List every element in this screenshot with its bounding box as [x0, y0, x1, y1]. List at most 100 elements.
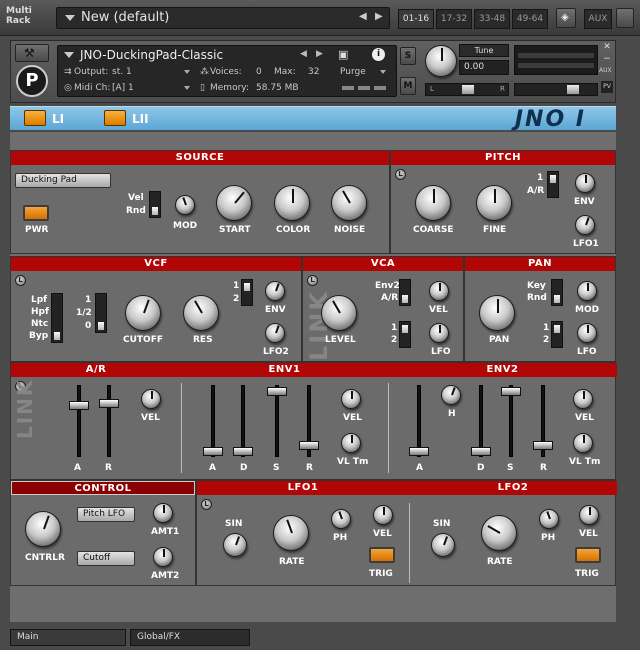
pitch-source-switch[interactable]: [547, 171, 559, 198]
filter-type-switch-thumb[interactable]: [53, 331, 61, 341]
pan-knob[interactable]: [479, 295, 515, 331]
volume-slider[interactable]: [514, 83, 598, 96]
lfo2-vel-knob[interactable]: [579, 505, 599, 525]
env2-hold-knob[interactable]: [441, 385, 461, 405]
vca-env-select-switch[interactable]: [399, 279, 411, 306]
env2-sustain-thumb[interactable]: [501, 387, 521, 396]
tab-main[interactable]: Main: [10, 629, 126, 646]
pitch-env-knob[interactable]: [575, 173, 595, 193]
env2-sustain-fader[interactable]: [501, 385, 521, 457]
lfo1-rate-knob[interactable]: [273, 515, 309, 551]
pan-lfo-select-switch[interactable]: [551, 321, 563, 348]
vcf-lfo2-knob[interactable]: [265, 323, 285, 343]
ar-release-fader[interactable]: [99, 385, 119, 457]
mute-button[interactable]: M: [400, 77, 416, 95]
env1-decay-fader[interactable]: [233, 385, 253, 457]
tab-l2-button[interactable]: [104, 110, 126, 126]
start-knob[interactable]: [216, 185, 252, 221]
env1-release-thumb[interactable]: [299, 441, 319, 450]
instrument-name[interactable]: JNO-DuckingPad-Classic: [80, 48, 223, 62]
pan-slider[interactable]: L R: [425, 83, 509, 96]
tune-value[interactable]: 0.00: [459, 60, 509, 75]
pitch-lfo-dropdown[interactable]: Pitch LFO: [77, 507, 135, 522]
prev-instrument-icon[interactable]: ◀: [300, 49, 307, 59]
lfo2-rate-knob[interactable]: [481, 515, 517, 551]
lfo1-trig-button[interactable]: [369, 547, 395, 563]
env1-sustain-thumb[interactable]: [267, 387, 287, 396]
pwr-button[interactable]: [23, 205, 49, 221]
minimize-icon[interactable]: −: [601, 54, 613, 66]
ar-vel-knob[interactable]: [141, 389, 161, 409]
pan-mod-knob[interactable]: [577, 281, 597, 301]
vca-lfo-knob[interactable]: [429, 323, 449, 343]
lfo1-wave-knob[interactable]: [223, 533, 247, 557]
cntrlr-knob[interactable]: [25, 511, 61, 547]
camera-icon[interactable]: ▣: [338, 48, 348, 61]
vca-lfo-select-switch[interactable]: [399, 321, 411, 348]
pv-button[interactable]: PV: [601, 81, 613, 93]
output-dropdown-icon[interactable]: [184, 70, 190, 74]
page-tab-4[interactable]: 49-64: [512, 9, 548, 29]
vca-lfo-select-switch-thumb[interactable]: [401, 324, 409, 334]
env2-attack-fader[interactable]: [409, 385, 429, 457]
preset-selector[interactable]: New (default) ◀ ▶: [56, 7, 390, 29]
pan-slider-thumb[interactable]: [462, 85, 474, 94]
tab-l1-button[interactable]: [24, 110, 46, 126]
chevron-down-icon[interactable]: [65, 15, 75, 21]
env1-vltm-knob[interactable]: [341, 433, 361, 453]
env1-sustain-fader[interactable]: [267, 385, 287, 457]
env2-release-fader[interactable]: [533, 385, 553, 457]
purge-button[interactable]: Purge: [340, 67, 366, 77]
volume-slider-thumb[interactable]: [567, 85, 579, 94]
lfo2-ph-knob[interactable]: [539, 509, 559, 529]
pitch-source-switch-thumb[interactable]: [549, 174, 557, 184]
fine-knob[interactable]: [476, 185, 512, 221]
ar-attack-thumb[interactable]: [69, 401, 89, 410]
vcf-env-select-switch-thumb[interactable]: [243, 282, 251, 292]
env1-release-fader[interactable]: [299, 385, 319, 457]
lfo1-vel-knob[interactable]: [373, 505, 393, 525]
lfo-link-icon[interactable]: L: [201, 499, 212, 510]
prev-preset-icon[interactable]: ◀: [359, 11, 367, 22]
solo-button[interactable]: S: [400, 47, 416, 65]
vca-env-select-switch-thumb[interactable]: [401, 294, 409, 304]
vca-vel-knob[interactable]: [429, 281, 449, 301]
page-tab-3[interactable]: 33-48: [474, 9, 510, 29]
chevron-down-icon[interactable]: [64, 52, 74, 58]
coarse-knob[interactable]: [415, 185, 451, 221]
amt1-knob[interactable]: [153, 503, 173, 523]
env2-decay-thumb[interactable]: [471, 447, 491, 456]
keytrack-switch[interactable]: [95, 293, 107, 333]
amt2-knob[interactable]: [153, 547, 173, 567]
page-tab-1[interactable]: 01-16: [398, 9, 434, 29]
res-knob[interactable]: [183, 295, 219, 331]
mod-knob[interactable]: [175, 195, 195, 215]
level-knob[interactable]: [321, 295, 357, 331]
keytrack-switch-thumb[interactable]: [97, 321, 105, 331]
env2-release-thumb[interactable]: [533, 441, 553, 450]
env2-vel-knob[interactable]: [573, 389, 593, 409]
ar-attack-fader[interactable]: [69, 385, 89, 457]
env1-attack-fader[interactable]: [203, 385, 223, 457]
env1-vel-knob[interactable]: [341, 389, 361, 409]
env1-attack-thumb[interactable]: [203, 447, 223, 456]
vcf-env-knob[interactable]: [265, 281, 285, 301]
lfo2-trig-button[interactable]: [575, 547, 601, 563]
output-value[interactable]: st. 1: [112, 67, 132, 77]
tab-global-fx[interactable]: Global/FX: [130, 629, 250, 646]
noise-knob[interactable]: [331, 185, 367, 221]
tune-knob[interactable]: [425, 45, 457, 77]
env1-decay-thumb[interactable]: [233, 447, 253, 456]
env2-attack-thumb[interactable]: [409, 447, 429, 456]
color-knob[interactable]: [274, 185, 310, 221]
midi-value[interactable]: [A] 1: [112, 83, 134, 93]
page-tab-2[interactable]: 17-32: [436, 9, 472, 29]
next-instrument-icon[interactable]: ▶: [316, 49, 323, 59]
filter-type-switch[interactable]: [51, 293, 63, 343]
lfo2-wave-knob[interactable]: [431, 533, 455, 557]
pan-mod-select-switch[interactable]: [551, 279, 563, 306]
vcf-link-icon[interactable]: L: [15, 275, 26, 286]
aux-small-label[interactable]: AUX: [599, 67, 612, 74]
pan-lfo-select-switch-thumb[interactable]: [553, 324, 561, 334]
midi-dropdown-icon[interactable]: [184, 86, 190, 90]
